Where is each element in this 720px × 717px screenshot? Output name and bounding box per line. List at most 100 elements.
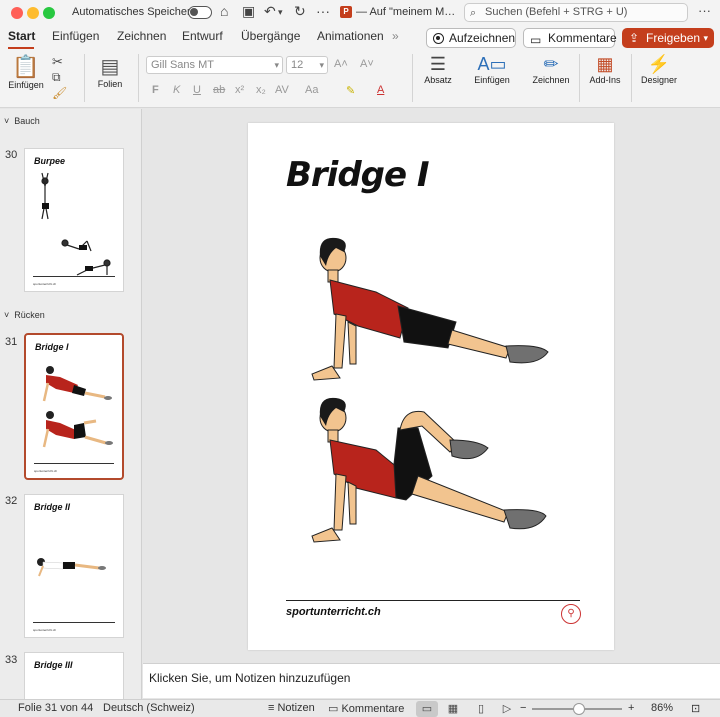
change-case-icon[interactable]: Aa — [305, 84, 318, 96]
tab-zeichnen[interactable]: Zeichnen — [117, 29, 166, 43]
language-indicator[interactable]: Deutsch (Schweiz) — [103, 702, 195, 714]
document-title-text: — Auf "meinem M… — [356, 6, 456, 18]
paragraph-button[interactable]: ☰ Absatz — [418, 54, 458, 85]
zoom-in-icon[interactable]: + — [628, 702, 634, 714]
undo-icon[interactable]: ↶ — [264, 3, 276, 20]
draw-button[interactable]: ✏ Zeichnen — [528, 54, 574, 85]
zoom-out-icon[interactable]: − — [520, 702, 526, 714]
increase-font-icon[interactable]: A˄ — [334, 58, 348, 70]
slide-sorter-icon[interactable]: ▦ — [442, 701, 464, 717]
bold-icon[interactable]: F — [152, 84, 159, 96]
burpee-figures-image — [41, 172, 111, 276]
slide-footer-line — [286, 600, 580, 601]
slide-number: 30 — [5, 149, 18, 161]
normal-view-icon[interactable]: ▭ — [416, 701, 438, 717]
search-placeholder: Suchen (Befehl + STRG + U) — [485, 6, 628, 18]
autosave-toggle[interactable] — [188, 6, 212, 19]
save-icon[interactable]: ▣ — [242, 3, 255, 20]
slide-thumbnail-30[interactable]: Burpee sportunterricht.ch — [24, 148, 124, 292]
copy-icon[interactable]: ⧉ — [52, 70, 61, 85]
thumb-footer-text: sportunterricht.ch — [33, 282, 57, 286]
redo-icon[interactable]: ↻ — [294, 3, 306, 20]
character-spacing-icon[interactable]: AV — [275, 84, 289, 96]
format-painter-icon[interactable]: 🖌 — [52, 86, 67, 100]
superscript-icon[interactable]: x² — [235, 84, 244, 96]
sportunterricht-logo-icon: ⚲ — [561, 604, 581, 624]
strikethrough-icon[interactable]: ab — [213, 84, 225, 96]
more-icon[interactable]: ··· — [316, 3, 330, 19]
undo-dropdown-icon[interactable]: ▾ — [278, 7, 283, 18]
subscript-icon[interactable]: x₂ — [256, 84, 266, 96]
tab-overflow[interactable]: » — [392, 29, 399, 43]
zoom-slider-handle[interactable] — [573, 703, 585, 715]
section-header-bauch[interactable]: ˅ Bauch — [4, 116, 40, 126]
ribbon-separator — [84, 54, 85, 102]
addins-grid-icon: ▦ — [596, 54, 614, 74]
paste-button[interactable]: 📋 Einfügen — [6, 54, 46, 90]
fit-to-window-icon[interactable]: ⊡ — [691, 702, 700, 715]
reading-view-icon[interactable]: ▯ — [470, 701, 492, 717]
slide-footer-text[interactable]: sportunterricht.ch — [286, 606, 381, 618]
powerpoint-icon: P — [340, 6, 352, 18]
highlight-icon[interactable]: ✎ — [346, 84, 355, 97]
section-header-ruecken[interactable]: ˅ Rücken — [4, 310, 45, 320]
close-window-button[interactable] — [11, 7, 23, 19]
tab-animationen[interactable]: Animationen — [317, 29, 384, 43]
comments-toggle[interactable]: ▭ Kommentare — [328, 702, 404, 715]
tab-start[interactable]: Start — [8, 29, 35, 43]
zoom-level[interactable]: 86% — [651, 702, 673, 714]
minimize-window-button[interactable] — [27, 7, 39, 19]
decrease-font-icon[interactable]: A˅ — [360, 58, 374, 70]
addins-button[interactable]: ▦ Add-Ins — [585, 54, 625, 85]
slide-editor-canvas[interactable]: Bridge I sportunterricht.ch ⚲ — [143, 109, 720, 663]
thumb-title: Burpee — [34, 156, 66, 166]
thumb-footer-line — [33, 276, 115, 277]
slide-number: 32 — [5, 495, 18, 507]
ribbon-toolbar: 📋 Einfügen ✂ ⧉ 🖌 ▤ Folien Gill Sans MT ▾… — [0, 50, 720, 108]
designer-button[interactable]: ⚡ Designer — [638, 54, 680, 85]
font-size-value: 12 — [291, 59, 304, 71]
slide-number: 33 — [5, 654, 18, 666]
tab-uebergaenge[interactable]: Übergänge — [241, 29, 300, 43]
search-icon: ⌕ — [470, 7, 477, 19]
slides-button[interactable]: ▤ Folien — [90, 54, 130, 89]
slide-title[interactable]: Bridge I — [286, 155, 430, 195]
share-button[interactable]: ⇪ Freigeben ▾ — [622, 28, 714, 48]
record-label: Aufzeichnen — [449, 31, 516, 45]
slides-label: Folien — [97, 79, 123, 89]
account-more-icon[interactable]: ··· — [698, 3, 711, 18]
slide-thumbnail-32[interactable]: Bridge II sportunterricht.ch — [24, 494, 124, 638]
slideshow-icon[interactable]: ▷ — [496, 701, 518, 717]
font-name-select[interactable]: Gill Sans MT ▾ — [146, 56, 283, 74]
slide-thumbnail-panel[interactable]: ˅ Bauch 30 Burpee sportunterricht.ch ˅ R… — [0, 109, 142, 699]
current-slide[interactable]: Bridge I sportunterricht.ch ⚲ — [248, 123, 614, 650]
italic-icon[interactable]: K — [173, 84, 180, 96]
font-size-select[interactable]: 12 ▾ — [286, 56, 328, 74]
cut-icon[interactable]: ✂ — [52, 54, 63, 70]
active-tab-indicator — [8, 47, 34, 49]
document-title[interactable]: P — Auf "meinem M… — [340, 6, 455, 18]
notes-area[interactable]: Klicken Sie, um Notizen hinzuzufügen — [143, 663, 720, 698]
tab-einfuegen[interactable]: Einfügen — [52, 29, 99, 43]
ribbon-separator — [138, 54, 139, 102]
font-color-icon[interactable]: A — [377, 84, 384, 96]
insert-button[interactable]: A▭ Einfügen — [472, 54, 512, 85]
status-bar: Folie 31 von 44 Deutsch (Schweiz) ≡ Noti… — [0, 699, 720, 717]
bridge-i-illustration[interactable] — [248, 218, 614, 598]
slide-number: 31 — [5, 336, 18, 348]
zoom-window-button[interactable] — [43, 7, 55, 19]
record-button[interactable]: Aufzeichnen — [426, 28, 516, 48]
notes-toggle[interactable]: ≡ Notizen — [268, 702, 315, 714]
home-icon[interactable]: ⌂ — [220, 3, 228, 19]
paste-label: Einfügen — [8, 80, 44, 90]
tab-entwurf[interactable]: Entwurf — [182, 29, 223, 43]
draw-label: Zeichnen — [532, 75, 570, 85]
designer-icon: ⚡ — [647, 54, 671, 74]
textbox-icon: A▭ — [477, 54, 507, 74]
notes-placeholder: Klicken Sie, um Notizen hinzuzufügen — [149, 671, 351, 685]
slide-thumbnail-33[interactable]: Bridge III — [24, 652, 124, 699]
search-field[interactable]: ⌕ Suchen (Befehl + STRG + U) — [464, 3, 688, 22]
slide-thumbnail-31[interactable]: Bridge I sportunterricht.ch — [24, 333, 124, 480]
underline-icon[interactable]: U — [193, 84, 201, 96]
comments-button[interactable]: ▭ Kommentare — [523, 28, 617, 48]
